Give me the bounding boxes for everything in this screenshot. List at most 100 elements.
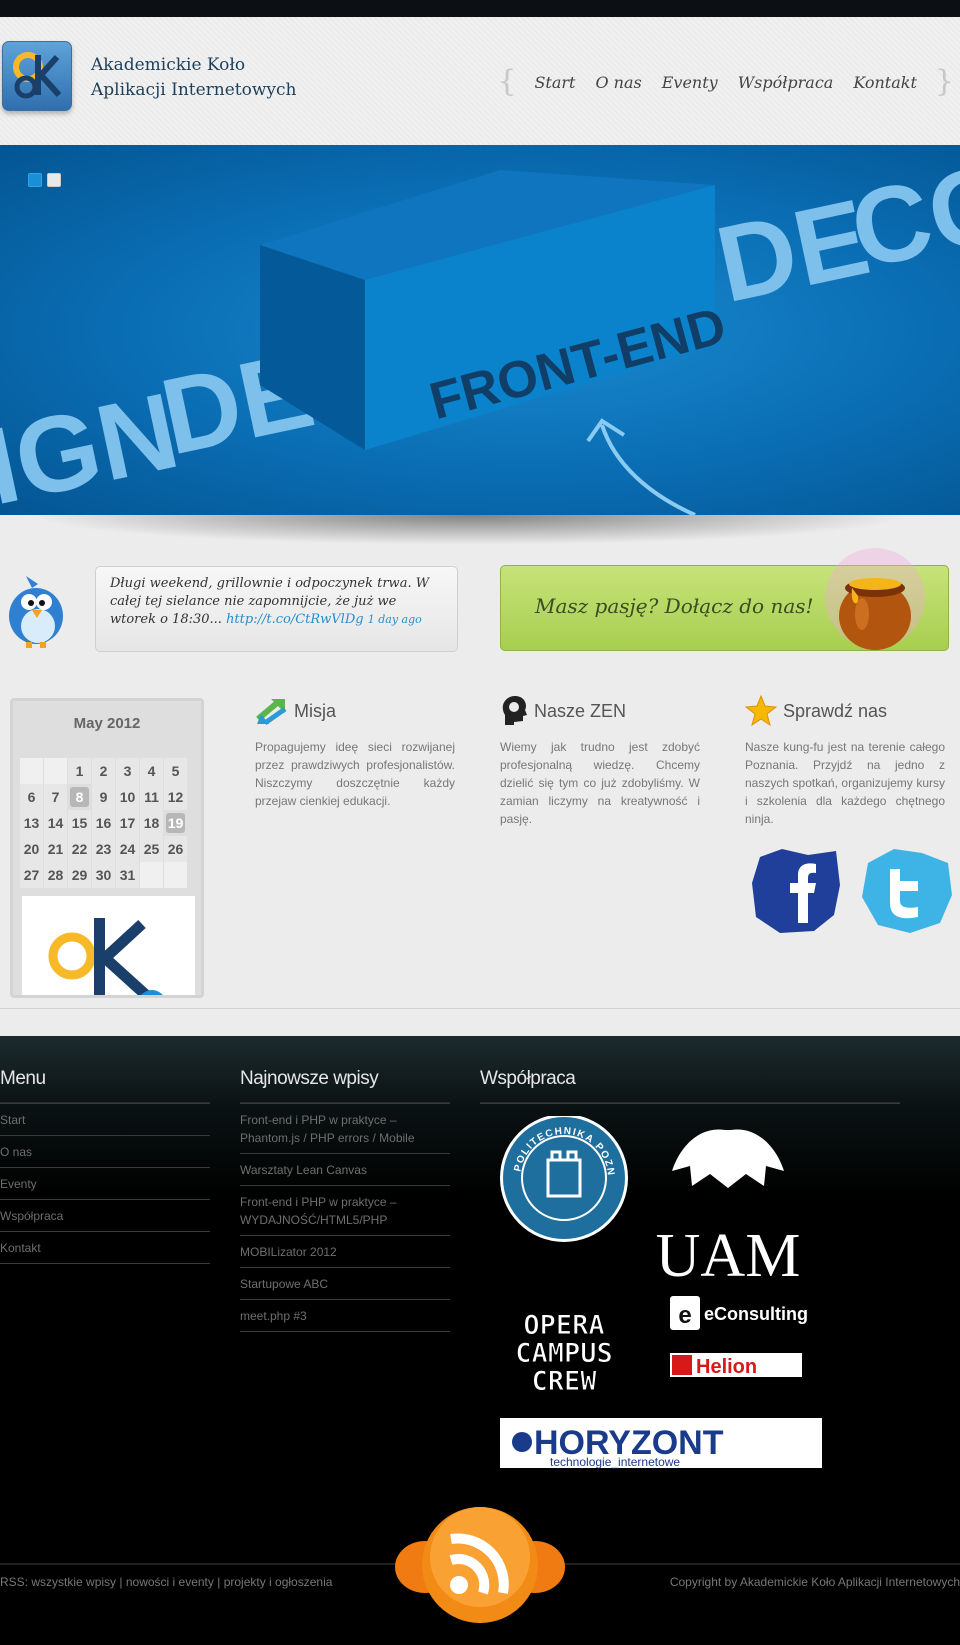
- star-icon: [745, 695, 777, 727]
- slider-dots: [28, 173, 61, 187]
- slider-shadow: [30, 515, 910, 545]
- calendar-day[interactable]: 28: [44, 862, 67, 888]
- calendar-day[interactable]: 11: [140, 784, 163, 810]
- calendar-day[interactable]: 26: [164, 836, 187, 862]
- facebook-icon[interactable]: [750, 845, 844, 935]
- tweet-time[interactable]: 1 day ago: [368, 613, 422, 626]
- rss-link-projects[interactable]: projekty i ogłoszenia: [224, 1575, 333, 1589]
- calendar-day[interactable]: 20: [20, 836, 43, 862]
- footer-post-item[interactable]: Front-end i PHP w praktyce – WYDAJNOŚĆ/H…: [240, 1186, 450, 1236]
- horyzont-logo[interactable]: HORYZONT technologie_internetowe: [500, 1418, 822, 1469]
- footer-menu-eventy[interactable]: Eventy: [0, 1168, 210, 1200]
- column-text: Propagujemy ideę sieci rozwijanej przez …: [255, 740, 455, 808]
- honey-pot-icon: [825, 548, 925, 650]
- econsulting-text: eConsulting: [704, 1304, 808, 1324]
- column-zen: Nasze ZEN Wiemy jak trudno jest zdobyć p…: [500, 695, 700, 828]
- calendar-day[interactable]: 25: [140, 836, 163, 862]
- join-us-banner[interactable]: Masz pasję? Dołącz do nas!: [500, 548, 949, 651]
- footer-partners: Współpraca: [480, 1068, 900, 1104]
- footer-menu-kontakt[interactable]: Kontakt: [0, 1232, 210, 1264]
- rss-link-news[interactable]: nowości i eventy: [126, 1575, 214, 1589]
- helion-logo[interactable]: Helion: [670, 1353, 802, 1378]
- copyright: Copyright by Akademickie Koło Aplikacji …: [669, 1575, 960, 1589]
- site-logo[interactable]: [2, 41, 72, 111]
- footer-menu-start[interactable]: Start: [0, 1104, 210, 1136]
- calendar-day[interactable]: 21: [44, 836, 67, 862]
- footer-menu: Menu Start O nas Eventy Współpraca Konta…: [0, 1068, 210, 1264]
- calendar-day[interactable]: 31: [116, 862, 139, 888]
- calendar-day[interactable]: 19: [166, 813, 185, 833]
- calendar-day[interactable]: 17: [116, 810, 139, 836]
- rss-link-all[interactable]: wszystkie wpisy: [31, 1575, 116, 1589]
- nav-wspolpraca[interactable]: Współpraca: [738, 73, 834, 92]
- calendar-day[interactable]: 27: [20, 862, 43, 888]
- opera-line-3: CREW: [531, 1366, 597, 1397]
- hero-slider[interactable]: IGN DESIG DE CO FRONT-END: [0, 145, 960, 515]
- calendar-day[interactable]: 7: [44, 784, 67, 810]
- calendar-empty-cell: [20, 758, 43, 784]
- tweet-link[interactable]: http://t.co/CtRwVlDg: [226, 612, 364, 627]
- opera-campus-crew-logo[interactable]: OPERA CAMPUS CREW: [515, 1310, 614, 1398]
- calendar-day[interactable]: 1: [68, 758, 91, 784]
- nav-brace-left: {: [497, 64, 517, 99]
- calendar-day[interactable]: 3: [116, 758, 139, 784]
- footer-post-item[interactable]: Front-end i PHP w praktyce – Phantom.js …: [240, 1104, 450, 1154]
- calendar-day[interactable]: 15: [68, 810, 91, 836]
- slider-dot-2[interactable]: [47, 173, 61, 187]
- opera-line-2: CAMPUS: [515, 1338, 613, 1369]
- column-title: Nasze ZEN: [534, 700, 627, 721]
- calendar-day[interactable]: 2: [92, 758, 115, 784]
- calendar-widget: May 2012 1 2 3 4 5 6 7 8 9 10 11 12 13 14 15 16 17 18 19 20…: [10, 698, 204, 998]
- brand-line-1: Akademickie Koło: [91, 55, 246, 75]
- slide-arrow: [600, 424, 696, 515]
- calendar-day[interactable]: 10: [116, 784, 139, 810]
- calendar-day[interactable]: 6: [20, 784, 43, 810]
- nav-start[interactable]: Start: [534, 73, 575, 92]
- calendar-grid: 1 2 3 4 5 6 7 8 9 10 11 12 13 14 15 16 17 18 19 20 21 22 23 24 2…: [20, 758, 187, 888]
- nav-o-nas[interactable]: O nas: [595, 73, 641, 92]
- calendar-day[interactable]: 12: [164, 784, 187, 810]
- calendar-day[interactable]: 24: [116, 836, 139, 862]
- horyzont-subtext: technologie_internetowe: [550, 1455, 680, 1469]
- footer-post-item[interactable]: Warsztaty Lean Canvas: [240, 1154, 450, 1186]
- helion-text: Helion: [696, 1356, 757, 1378]
- footer-menu-wspolpraca[interactable]: Współpraca: [0, 1200, 210, 1232]
- calendar-day[interactable]: 4: [140, 758, 163, 784]
- footer-post-item[interactable]: Startupowe ABC: [240, 1268, 450, 1300]
- head-icon: [502, 696, 527, 725]
- uam-logo[interactable]: UAM: [656, 1129, 801, 1290]
- calendar-day[interactable]: 5: [164, 758, 187, 784]
- calendar-day[interactable]: 22: [68, 836, 91, 862]
- calendar-day[interactable]: 16: [92, 810, 115, 836]
- calendar-day[interactable]: 30: [92, 862, 115, 888]
- calendar-day[interactable]: 9: [92, 784, 115, 810]
- slider-dot-1[interactable]: [28, 173, 42, 187]
- column-misja: Misja Propagujemy ideę sieci rozwijanej …: [255, 695, 455, 810]
- twitter-icon[interactable]: [860, 845, 954, 935]
- calendar-day[interactable]: 13: [20, 810, 43, 836]
- footer-menu-o-nas[interactable]: O nas: [0, 1136, 210, 1168]
- econsulting-logo[interactable]: e eConsulting: [670, 1296, 808, 1330]
- brand-title[interactable]: Akademickie Koło Aplikacji Internetowych: [91, 53, 297, 103]
- latest-tweet: Długi weekend, grillownie i odpoczynek t…: [95, 566, 458, 652]
- twitter-bird-icon: [9, 576, 63, 648]
- footer-post-item[interactable]: MOBILizator 2012: [240, 1236, 450, 1268]
- arrows-icon: [256, 699, 287, 725]
- calendar-day[interactable]: 14: [44, 810, 67, 836]
- calendar-day[interactable]: 8: [70, 787, 89, 807]
- calendar-title: May 2012: [73, 715, 141, 732]
- column-title: Misja: [294, 700, 337, 721]
- top-bar: [0, 0, 960, 17]
- calendar-empty-cell: [164, 862, 187, 888]
- footer-menu-title: Menu: [0, 1068, 46, 1089]
- footer-post-item[interactable]: meet.php #3: [240, 1300, 450, 1332]
- uam-text: UAM: [656, 1222, 801, 1290]
- calendar-day[interactable]: 23: [92, 836, 115, 862]
- calendar-day[interactable]: 18: [140, 810, 163, 836]
- calendar-day[interactable]: 29: [68, 862, 91, 888]
- nav-eventy[interactable]: Eventy: [662, 73, 718, 92]
- rss-icon[interactable]: [395, 1505, 565, 1625]
- politechnika-logo[interactable]: POLITECHNIKA POZNAŃSKA: [500, 1116, 628, 1242]
- calendar-empty-cell: [140, 862, 163, 888]
- nav-kontakt[interactable]: Kontakt: [853, 73, 917, 92]
